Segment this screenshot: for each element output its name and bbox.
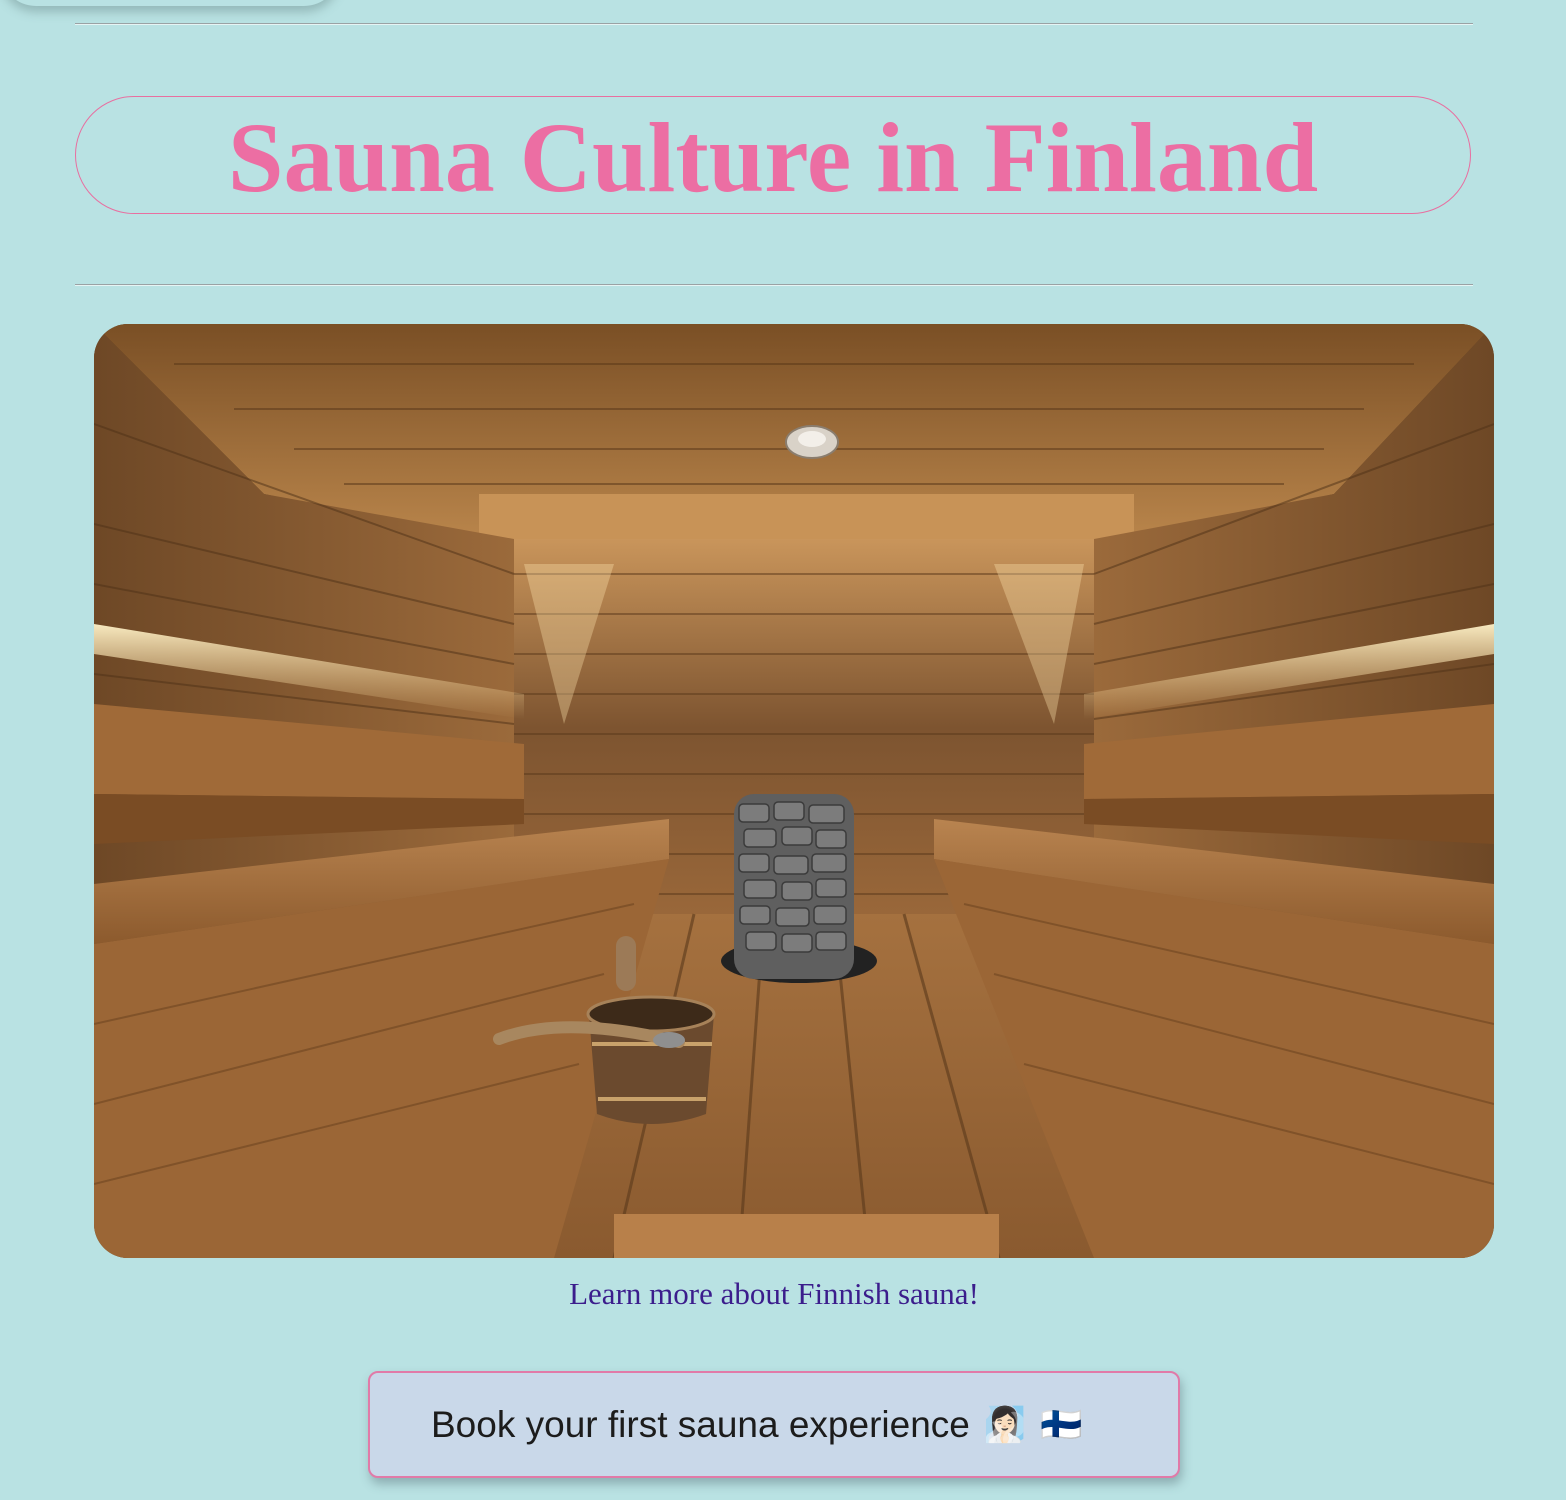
sauna-person-icon: 🧖🏻‍♀️	[983, 1405, 1027, 1444]
bottom-divider	[75, 284, 1473, 286]
title-banner: Sauna Culture in Finland	[75, 96, 1471, 214]
page-title: Sauna Culture in Finland	[227, 102, 1319, 213]
book-sauna-button[interactable]: Book your first sauna experience 🧖🏻‍♀️ 🇫…	[368, 1371, 1180, 1478]
top-divider	[75, 23, 1473, 25]
learn-more-link[interactable]: Learn more about Finnish sauna!	[0, 1276, 1548, 1312]
finland-flag-icon: 🇫🇮	[1040, 1405, 1083, 1444]
sauna-photo	[94, 324, 1494, 1258]
book-button-label: Book your first sauna experience	[431, 1403, 970, 1445]
top-shadow-decoration	[0, 0, 340, 6]
